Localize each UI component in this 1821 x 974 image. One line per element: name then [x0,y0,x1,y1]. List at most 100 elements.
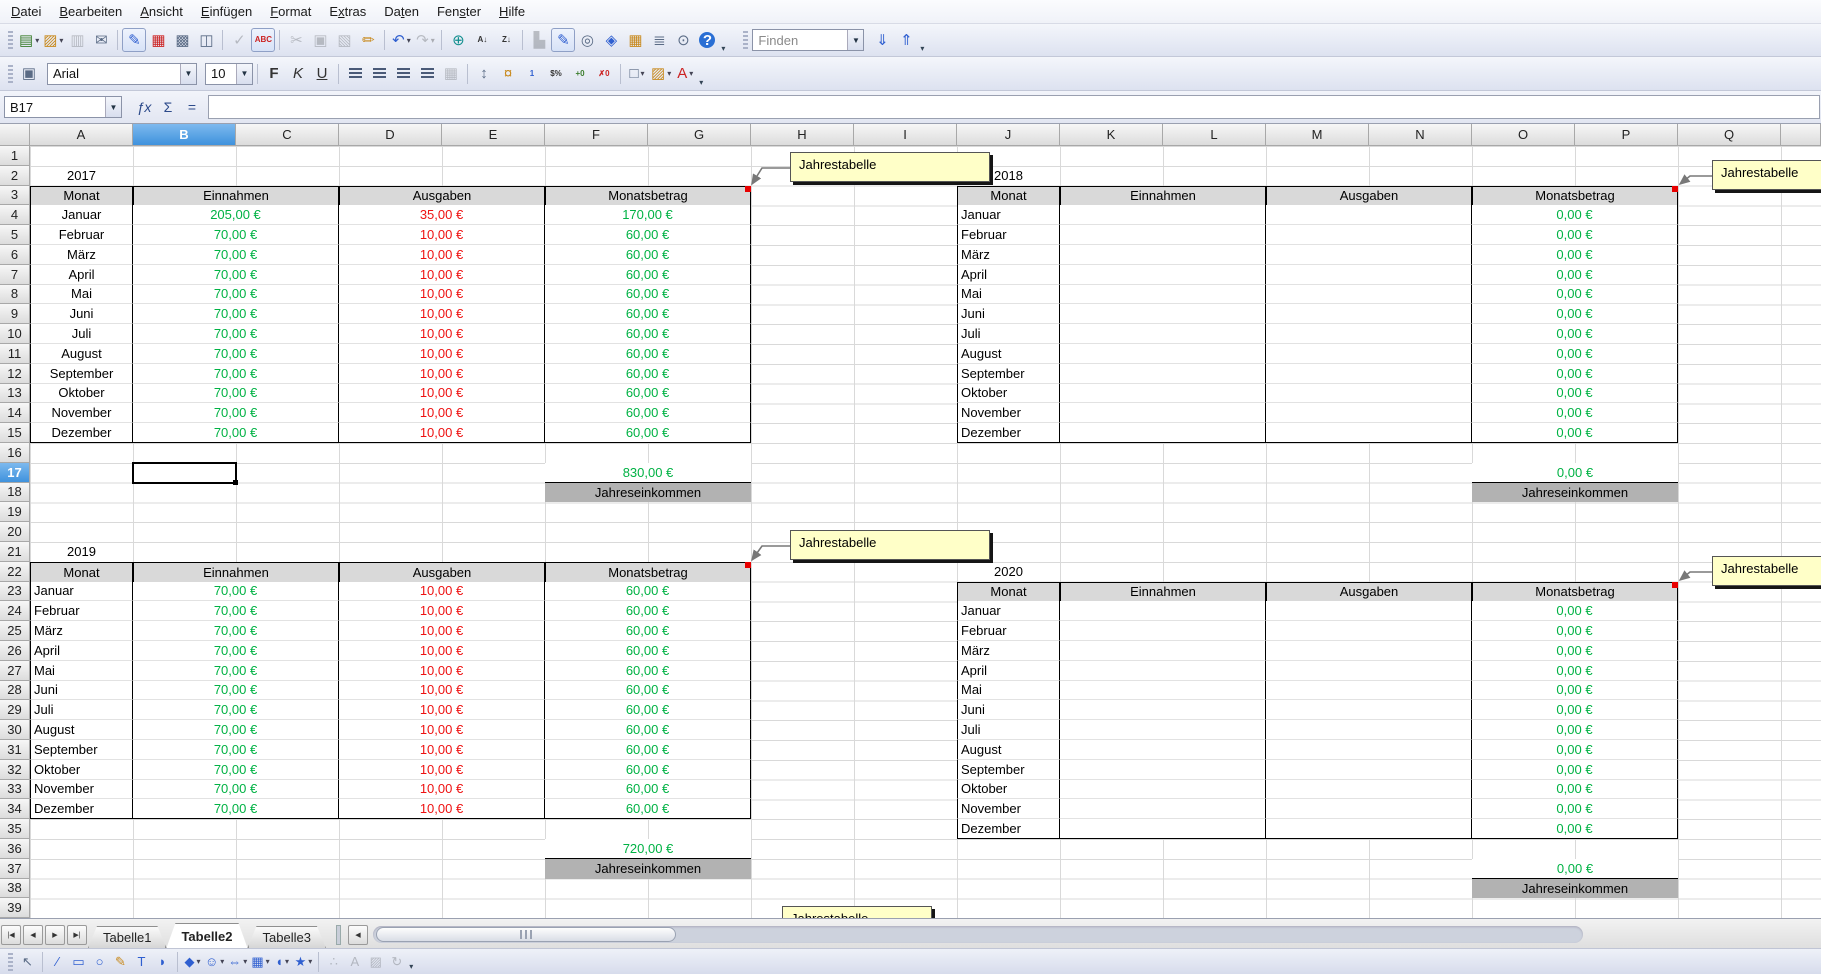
table-header-2019-monat[interactable]: Monat [30,562,133,583]
cell-K4[interactable] [1060,205,1266,225]
cell-F11[interactable]: 60,00 € [545,344,751,364]
cell-F10[interactable]: 60,00 € [545,324,751,344]
cell-K33[interactable] [1060,780,1266,800]
table-header-2018-monat[interactable]: Monat [957,186,1060,207]
cell-J13[interactable]: Oktober [957,384,1060,404]
cell-A13[interactable]: Oktober [30,384,133,404]
cell-B25[interactable]: 70,00 € [133,621,339,641]
cell-O8[interactable]: 0,00 € [1472,285,1678,305]
open-button[interactable]: ▨▾ [41,28,65,52]
find-dropdown-icon[interactable]: ▼ [847,30,863,50]
column-header-L[interactable]: L [1163,124,1266,146]
rectangle-button[interactable]: ▭ [68,952,89,972]
column-header-J[interactable]: J [957,124,1060,146]
cell-O4[interactable]: 0,00 € [1472,205,1678,225]
row-header-9[interactable]: 9 [0,304,30,324]
cell-M14[interactable] [1266,403,1472,423]
cell-B24[interactable]: 70,00 € [133,601,339,621]
cell-A8[interactable]: Mai [30,285,133,305]
menu-ansicht[interactable]: Ansicht [131,1,192,22]
row-header-8[interactable]: 8 [0,285,30,305]
cell-K27[interactable] [1060,661,1266,681]
undo-dropdown-icon[interactable]: ▾ [407,36,411,45]
year-total-2020[interactable]: 0,00 € [1472,859,1678,880]
cell-B28[interactable]: 70,00 € [133,681,339,701]
cell-D11[interactable]: 10,00 € [339,344,545,364]
cell-F8[interactable]: 60,00 € [545,285,751,305]
cell-D4[interactable]: 35,00 € [339,205,545,225]
borders-button[interactable]: □▾ [625,62,649,86]
flowcharts-button[interactable]: ▦▾ [249,952,271,972]
row-header-25[interactable]: 25 [0,621,30,641]
cell-B6[interactable]: 70,00 € [133,245,339,265]
cell-D6[interactable]: 10,00 € [339,245,545,265]
cell-A32[interactable]: Oktober [30,760,133,780]
cell-O28[interactable]: 0,00 € [1472,681,1678,701]
cell-B30[interactable]: 70,00 € [133,720,339,740]
cell-J8[interactable]: Mai [957,285,1060,305]
cell-K26[interactable] [1060,641,1266,661]
cell-J30[interactable]: Juli [957,720,1060,740]
cell-O11[interactable]: 0,00 € [1472,344,1678,364]
background-color-button[interactable]: ▨▾ [649,62,673,86]
cell-D5[interactable]: 10,00 € [339,225,545,245]
table-header-2019-monatsbetrag[interactable]: Monatsbetrag [545,562,751,583]
cell-F6[interactable]: 60,00 € [545,245,751,265]
cell-K11[interactable] [1060,344,1266,364]
cell-D31[interactable]: 10,00 € [339,740,545,760]
cell-D33[interactable]: 10,00 € [339,780,545,800]
menu-bearbeiten[interactable]: Bearbeiten [50,1,131,22]
cell-K7[interactable] [1060,265,1266,285]
column-header-B[interactable]: B [133,124,236,146]
percent-format-button[interactable]: $% [544,62,568,86]
cell-A10[interactable]: Juli [30,324,133,344]
row-header-31[interactable]: 31 [0,740,30,760]
cell-F24[interactable]: 60,00 € [545,601,751,621]
cell-J12[interactable]: September [957,364,1060,384]
sort-ascending-button[interactable]: A↓ [470,28,494,52]
cell-J31[interactable]: August [957,740,1060,760]
cell-B23[interactable]: 70,00 € [133,582,339,602]
cell-M8[interactable] [1266,285,1472,305]
basic-shapes-dropdown-icon[interactable]: ▾ [196,957,200,966]
cell-A27[interactable]: Mai [30,661,133,681]
cell-F34[interactable]: 60,00 € [545,799,751,819]
cell-M28[interactable] [1266,681,1472,701]
table-header-2020-einnahmen[interactable]: Einnahmen [1060,582,1266,603]
sheet-tab-tabelle3[interactable]: Tabelle3 [248,926,326,948]
cell-K25[interactable] [1060,621,1266,641]
cell-M34[interactable] [1266,799,1472,819]
table-header-2017-monat[interactable]: Monat [30,186,133,207]
cell-K31[interactable] [1060,740,1266,760]
cell-M30[interactable] [1266,720,1472,740]
cell-M35[interactable] [1266,819,1472,839]
cell-A28[interactable]: Juni [30,681,133,701]
open-dropdown-icon[interactable]: ▾ [59,36,63,45]
cell-K34[interactable] [1060,799,1266,819]
row-header-21[interactable]: 21 [0,542,30,562]
cell-B29[interactable]: 70,00 € [133,700,339,720]
edit-file-button[interactable]: ✎ [122,28,146,52]
table-header-2019-ausgaben[interactable]: Ausgaben [339,562,545,583]
row-header-19[interactable]: 19 [0,502,30,522]
row-header-35[interactable]: 35 [0,819,30,839]
row-header-28[interactable]: 28 [0,681,30,701]
cell-F29[interactable]: 60,00 € [545,700,751,720]
table-header-2019-einnahmen[interactable]: Einnahmen [133,562,339,583]
cell-D14[interactable]: 10,00 € [339,403,545,423]
column-header-C[interactable]: C [236,124,339,146]
cell-O10[interactable]: 0,00 € [1472,324,1678,344]
cell-M32[interactable] [1266,760,1472,780]
row-header-29[interactable]: 29 [0,700,30,720]
formatting-toolbar-grip[interactable] [8,65,13,83]
callout-button[interactable]: ◗ [152,952,173,972]
cell-K35[interactable] [1060,819,1266,839]
cell-M5[interactable] [1266,225,1472,245]
cell-J25[interactable]: Februar [957,621,1060,641]
callouts-dropdown-icon[interactable]: ▾ [285,957,289,966]
cell-J11[interactable]: August [957,344,1060,364]
cell-O7[interactable]: 0,00 € [1472,265,1678,285]
text-box-button[interactable]: T [131,952,152,972]
underline-button[interactable]: U [310,62,334,86]
font-name-dropdown-icon[interactable]: ▼ [180,64,196,84]
